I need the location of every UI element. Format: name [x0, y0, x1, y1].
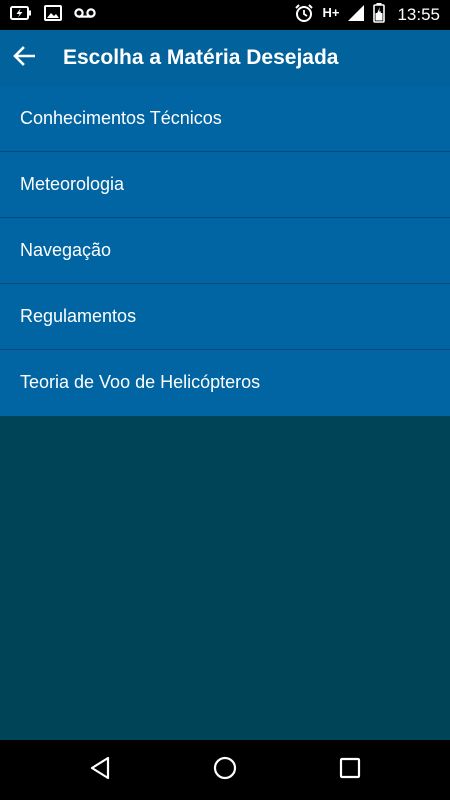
status-right-icons: H+ 13:55: [294, 2, 440, 28]
subject-item-teoria-de-voo[interactable]: Teoria de Voo de Helicópteros: [0, 350, 450, 416]
navigation-bar: [0, 740, 450, 800]
status-bar: H+ 13:55: [0, 0, 450, 30]
battery-charging-icon: [10, 5, 32, 26]
screen: H+ 13:55 Escolha a Matéria Desejada Conh…: [0, 0, 450, 800]
home-circle-icon: [213, 756, 237, 785]
recents-square-icon: [339, 757, 361, 784]
page-title: Escolha a Matéria Desejada: [63, 46, 339, 69]
subject-item-navegacao[interactable]: Navegação: [0, 218, 450, 284]
subject-item-conhecimentos-tecnicos[interactable]: Conhecimentos Técnicos: [0, 86, 450, 152]
subject-list: Conhecimentos Técnicos Meteorologia Nave…: [0, 86, 450, 416]
nav-home-button[interactable]: [205, 750, 245, 790]
voicemail-icon: [74, 6, 96, 24]
image-icon: [44, 4, 62, 26]
nav-recents-button[interactable]: [330, 750, 370, 790]
subject-item-meteorologia[interactable]: Meteorologia: [0, 152, 450, 218]
network-type-label: H+: [322, 4, 340, 20]
back-button[interactable]: [4, 38, 44, 78]
alarm-icon: [294, 3, 314, 28]
back-triangle-icon: [89, 756, 111, 785]
battery-icon: [373, 2, 386, 28]
nav-back-button[interactable]: [80, 750, 120, 790]
signal-icon: [347, 4, 365, 27]
status-time: 13:55: [397, 5, 440, 24]
status-left-icons: [10, 4, 96, 26]
arrow-left-icon: [13, 45, 36, 71]
subject-item-regulamentos[interactable]: Regulamentos: [0, 284, 450, 350]
app-bar: Escolha a Matéria Desejada: [0, 30, 450, 86]
